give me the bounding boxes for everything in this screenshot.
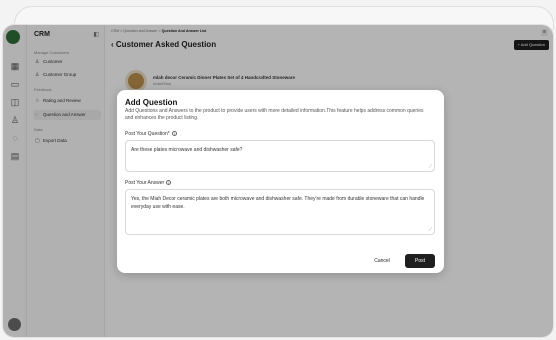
answer-label: Post Your Answer i (125, 180, 172, 186)
resize-handle-icon[interactable]: ⟋ (428, 228, 432, 233)
modal-title: Add Question (125, 98, 178, 107)
screen: ▦ ▭ ◫ ♙ ◌ ▤ CRM ◧ Manage Customers ♙ Cust… (0, 0, 556, 340)
answer-value: Yes, the Miah Decor ceramic plates are b… (131, 196, 425, 210)
info-icon: i (166, 180, 172, 186)
resize-handle-icon[interactable]: ⟋ (428, 165, 432, 170)
question-label: Post Your Question* i (125, 131, 177, 137)
info-icon: i (171, 131, 177, 137)
question-label-text: Post Your Question* (125, 131, 170, 137)
question-textarea[interactable]: Are these plates microwave and dishwashe… (125, 140, 435, 172)
post-button[interactable]: Post (405, 254, 435, 268)
modal-description: Add Questions and Answers to the product… (125, 108, 424, 121)
cancel-button[interactable]: Cancel (369, 254, 395, 268)
question-value: Are these plates microwave and dishwashe… (131, 147, 243, 153)
answer-label-text: Post Your Answer (125, 180, 165, 186)
add-question-modal: Add Question Add Questions and Answers t… (117, 90, 444, 273)
answer-textarea[interactable]: Yes, the Miah Decor ceramic plates are b… (125, 189, 435, 235)
